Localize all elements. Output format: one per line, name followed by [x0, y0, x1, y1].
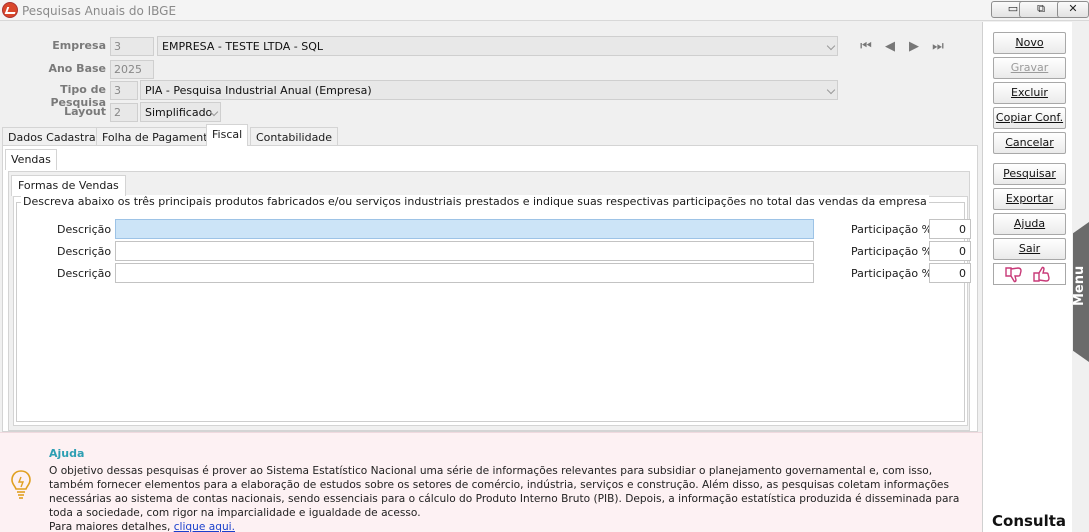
- participacao-label: Participação %: [851, 267, 933, 280]
- action-sidebar: Novo Gravar Excluir Copiar Conf. Cancela…: [982, 22, 1072, 532]
- formas-de-vendas-panel: Descreva abaixo os três principais produ…: [13, 195, 971, 426]
- layout-label: Layout: [64, 105, 106, 118]
- thumbs-down-icon[interactable]: [1004, 266, 1024, 283]
- layout-code-field[interactable]: 2: [110, 103, 138, 122]
- empresa-label: Empresa: [52, 39, 106, 52]
- next-record-icon[interactable]: ▶: [904, 39, 924, 56]
- ajuda-button[interactable]: Ajuda: [993, 213, 1066, 235]
- empresa-code-field[interactable]: 3: [110, 37, 154, 56]
- feedback-box: [993, 263, 1066, 285]
- fiscal-panel: Vendas Formas de Vendas Descreva abaixo …: [2, 145, 978, 432]
- exportar-button[interactable]: Exportar: [993, 188, 1066, 210]
- descricao-label: Descrição: [57, 223, 112, 236]
- thumbs-up-icon[interactable]: [1032, 266, 1052, 283]
- form-area: Empresa 3 EMPRESA - TESTE LTDA - SQL ⏮ ◀…: [0, 22, 982, 432]
- help-body: O objetivo dessas pesquisas é prover ao …: [49, 465, 960, 519]
- descricao-input-2[interactable]: [115, 241, 814, 261]
- tipo-pesquisa-select-value: PIA - Pesquisa Industrial Anual (Empresa…: [145, 84, 372, 97]
- descricao-label: Descrição: [57, 267, 112, 280]
- cancelar-button[interactable]: Cancelar: [993, 132, 1066, 154]
- help-title: Ajuda: [49, 447, 85, 460]
- sair-button[interactable]: Sair: [993, 238, 1066, 260]
- novo-button[interactable]: Novo: [993, 32, 1066, 54]
- tipo-pesquisa-code-field[interactable]: 3: [110, 81, 138, 100]
- help-area: Ajuda O objetivo dessas pesquisas é prov…: [0, 432, 982, 532]
- tab-dados-cadastrais[interactable]: Dados Cadastrais: [2, 127, 111, 147]
- ano-base-field[interactable]: 2025: [110, 60, 154, 79]
- gravar-button[interactable]: Gravar: [993, 57, 1066, 79]
- app-chart-icon: [2, 2, 18, 18]
- produtos-group: Descreva abaixo os três principais produ…: [16, 195, 971, 422]
- tipo-pesquisa-select[interactable]: PIA - Pesquisa Industrial Anual (Empresa…: [140, 80, 838, 100]
- side-menu-label[interactable]: Menu: [1072, 256, 1089, 316]
- tab-folha-de-pagamento[interactable]: Folha de Pagamento: [96, 127, 221, 147]
- vendas-panel: Formas de Vendas Descreva abaixo os três…: [8, 171, 971, 431]
- descricao-input-3[interactable]: [115, 263, 814, 283]
- participacao-input-2[interactable]: 0: [929, 241, 971, 261]
- pesquisar-button[interactable]: Pesquisar: [993, 163, 1066, 185]
- help-link[interactable]: clique aqui.: [174, 521, 235, 532]
- previous-record-icon[interactable]: ◀: [880, 39, 900, 56]
- chevron-down-icon: [826, 41, 836, 51]
- descricao-input-1[interactable]: [115, 219, 814, 239]
- last-record-icon[interactable]: ⏭: [928, 39, 948, 56]
- ano-base-label: Ano Base: [48, 62, 106, 75]
- layout-select-value: Simplificado: [145, 106, 213, 119]
- help-text: O objetivo dessas pesquisas é prover ao …: [49, 464, 979, 532]
- excluir-button[interactable]: Excluir: [993, 82, 1066, 104]
- tab-formas-de-vendas[interactable]: Formas de Vendas: [11, 175, 126, 196]
- tab-vendas[interactable]: Vendas: [5, 149, 57, 170]
- participacao-input-3[interactable]: 0: [929, 263, 971, 283]
- empresa-select[interactable]: EMPRESA - TESTE LTDA - SQL: [157, 36, 838, 56]
- copiar-conf-button[interactable]: Copiar Conf.: [993, 107, 1066, 129]
- first-record-icon[interactable]: ⏮: [856, 39, 876, 56]
- close-button[interactable]: ✕: [1057, 1, 1089, 18]
- window-title: Pesquisas Anuais do IBGE: [22, 4, 177, 18]
- title-bar: Pesquisas Anuais do IBGE ▭ ⧉ ✕: [0, 0, 1089, 21]
- help-more-prefix: Para maiores detalhes,: [49, 521, 171, 532]
- empresa-select-value: EMPRESA - TESTE LTDA - SQL: [162, 40, 324, 53]
- mode-label: Consulta: [992, 512, 1067, 530]
- participacao-label: Participação %: [851, 245, 933, 258]
- lightbulb-icon: [11, 470, 31, 499]
- tab-contabilidade[interactable]: Contabilidade: [250, 127, 339, 147]
- layout-select[interactable]: Simplificado: [140, 102, 221, 122]
- participacao-label: Participação %: [851, 223, 933, 236]
- chevron-down-icon: [826, 85, 836, 95]
- participacao-input-1[interactable]: 0: [929, 219, 971, 239]
- descricao-label: Descrição: [57, 245, 112, 258]
- tab-fiscal[interactable]: Fiscal: [206, 124, 249, 146]
- group-title: Descreva abaixo os três principais produ…: [21, 195, 929, 208]
